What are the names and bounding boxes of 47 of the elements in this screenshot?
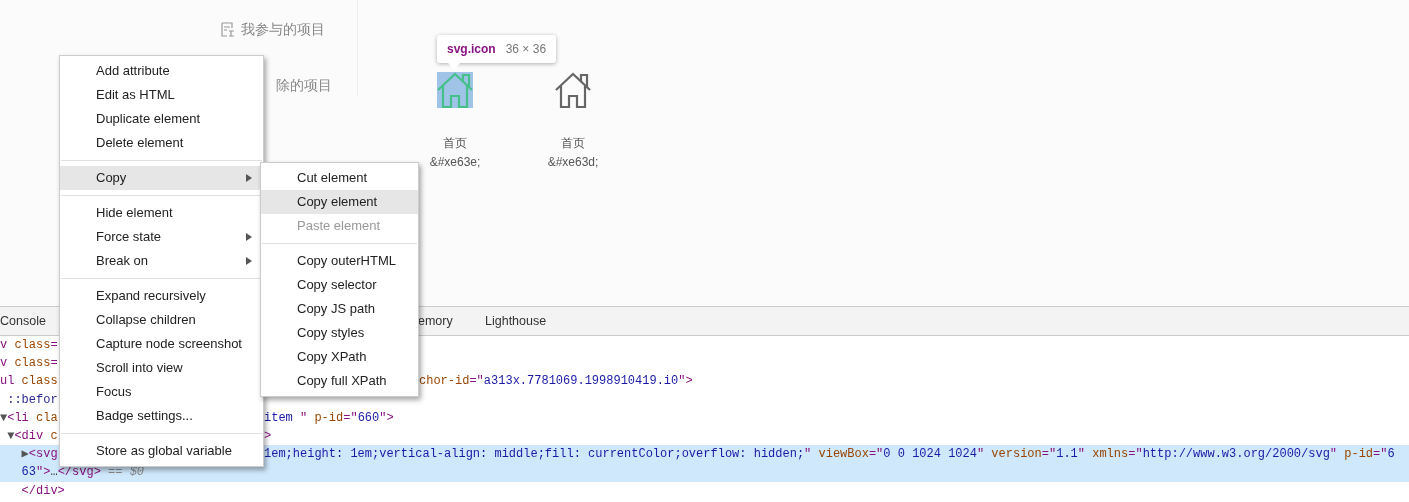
menu-item[interactable]: Hide element <box>60 201 263 225</box>
devtools-tab[interactable]: Lighthouse <box>485 311 547 331</box>
menu-item[interactable]: Break on <box>60 249 263 273</box>
code-text: > <box>264 427 272 445</box>
code-text: v class= <box>0 356 58 371</box>
menu-item[interactable]: Scroll into view <box>60 356 263 380</box>
tooltip-size: 36 × 36 <box>505 41 547 58</box>
icon-code: &#xe63d; <box>547 154 599 171</box>
document-icon <box>220 21 235 37</box>
code-text: v class= <box>0 338 58 352</box>
menu-item[interactable]: Add attribute <box>60 59 263 83</box>
menu-item[interactable]: Copy outerHTML <box>261 249 418 273</box>
code-text: ::befor <box>6 392 58 407</box>
menu-item[interactable]: Cut element <box>261 166 418 190</box>
code-text: ▼<li cla <box>0 410 58 425</box>
menu-item[interactable]: Copy JS path <box>261 297 418 321</box>
menu-item[interactable]: Copy <box>60 166 263 190</box>
menu-item[interactable]: Capture node screenshot <box>60 332 263 356</box>
code-text: chor-id="a313x.7781069.1998910419.i0"> <box>419 373 693 391</box>
code-text: ▼<div c <box>6 428 58 443</box>
menu-item[interactable]: Force state <box>60 225 263 249</box>
house-icon[interactable] <box>555 72 591 108</box>
sidebar-item[interactable]: 我参与的项目 <box>241 18 325 40</box>
menu-item[interactable]: Expand recursively <box>60 284 263 308</box>
icon-label: 首页 <box>561 135 585 152</box>
icon-code: &#xe63e; <box>429 154 481 171</box>
code-text: 1em;height: 1em;vertical-align: middle;fill: currentColor;overflow: hidden;" viewBox="0 0 1024 1024" version="1.1" xmlns="http://www.w3.org/2000/svg" p-id="6 <box>264 446 1395 464</box>
code-text: ul class <box>0 374 58 389</box>
code-text: item " p-id="660"> <box>264 409 394 427</box>
menu-item[interactable]: Focus <box>60 380 263 404</box>
code-text: </div> <box>20 483 65 498</box>
menu-item[interactable]: Copy selector <box>261 273 418 297</box>
menu-item[interactable]: Collapse children <box>60 308 263 332</box>
icon-label: 首页 <box>443 135 467 152</box>
menu-item[interactable]: Store as global variable <box>60 439 263 463</box>
code-text: ▶<svg <box>20 447 58 462</box>
sidebar-item[interactable]: 除的项目 <box>276 74 332 96</box>
menu-item[interactable]: Copy full XPath <box>261 369 418 393</box>
menu-item[interactable]: Copy element <box>261 190 418 214</box>
menu-item[interactable]: Delete element <box>60 131 263 155</box>
devtools-tab[interactable]: emory <box>418 311 485 331</box>
menu-item[interactable]: Copy styles <box>261 321 418 345</box>
menu-item[interactable]: Copy XPath <box>261 345 418 369</box>
menu-item[interactable]: Duplicate element <box>60 107 263 131</box>
menu-item[interactable]: Badge settings... <box>60 404 263 428</box>
menu-item[interactable]: Edit as HTML <box>60 83 263 107</box>
tooltip-selector: svg.icon <box>447 41 496 58</box>
